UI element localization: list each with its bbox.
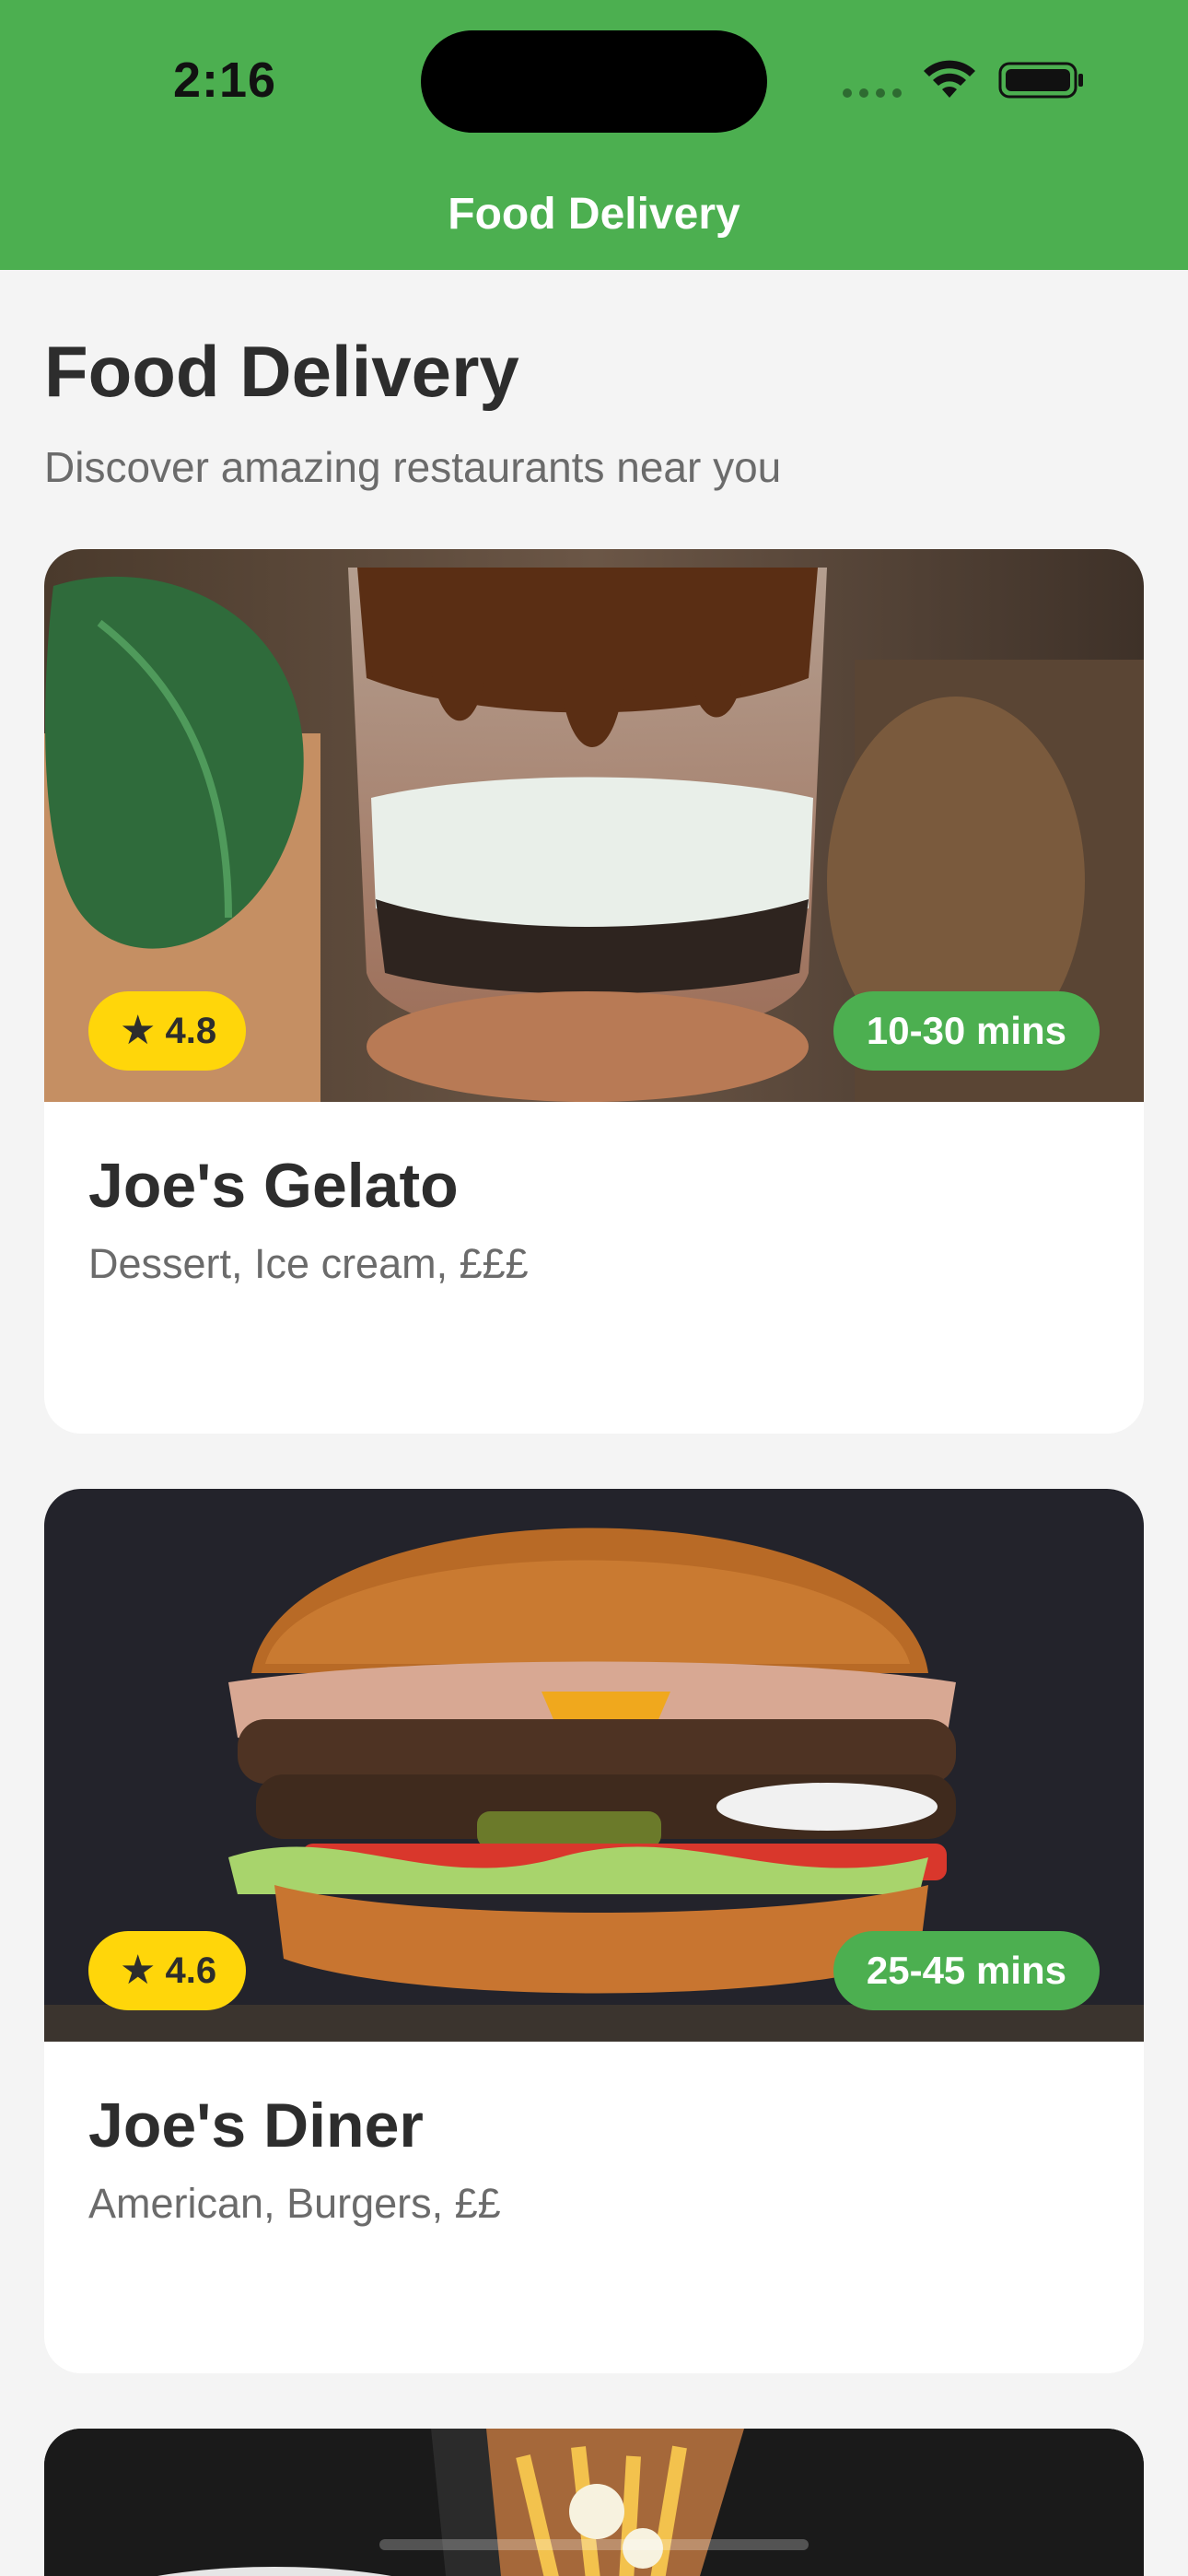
page-title: Food Delivery	[44, 331, 519, 412]
star-icon: ★	[120, 1948, 157, 1993]
restaurant-tags: American, Burgers, ££	[88, 2180, 501, 2227]
wifi-icon	[924, 60, 975, 98]
restaurant-name: Joe's Gelato	[88, 1151, 459, 1221]
restaurant-card[interactable]	[44, 2429, 1144, 2576]
dynamic-island	[421, 30, 767, 133]
app-header: 2:16 Food Delivery	[0, 0, 1188, 270]
rating-badge: ★ 4.6	[88, 1931, 247, 2010]
restaurant-card[interactable]: ★ 4.6 25-45 mins Joe's Diner American, B…	[44, 1489, 1144, 2373]
restaurant-name: Joe's Diner	[88, 2090, 424, 2160]
cellular-signal-icon	[843, 88, 902, 98]
rating-value: 4.6	[165, 1950, 217, 1991]
restaurant-card[interactable]: ★ 4.8 10-30 mins Joe's Gelato Dessert, I…	[44, 549, 1144, 1434]
home-indicator	[379, 2539, 809, 2550]
page-subtitle: Discover amazing restaurants near you	[44, 443, 782, 491]
delivery-time-badge: 10-30 mins	[833, 991, 1100, 1071]
restaurant-tags: Dessert, Ice cream, £££	[88, 1240, 529, 1287]
status-bar-time: 2:16	[173, 53, 277, 108]
fries-and-drink-photo	[44, 2429, 1144, 2576]
delivery-time-badge: 25-45 mins	[833, 1931, 1100, 2010]
battery-icon	[998, 62, 1083, 99]
rating-value: 4.8	[165, 1010, 217, 1051]
rating-badge: ★ 4.8	[88, 991, 247, 1071]
star-icon: ★	[120, 1008, 157, 1053]
nav-title: Food Delivery	[448, 190, 740, 239]
